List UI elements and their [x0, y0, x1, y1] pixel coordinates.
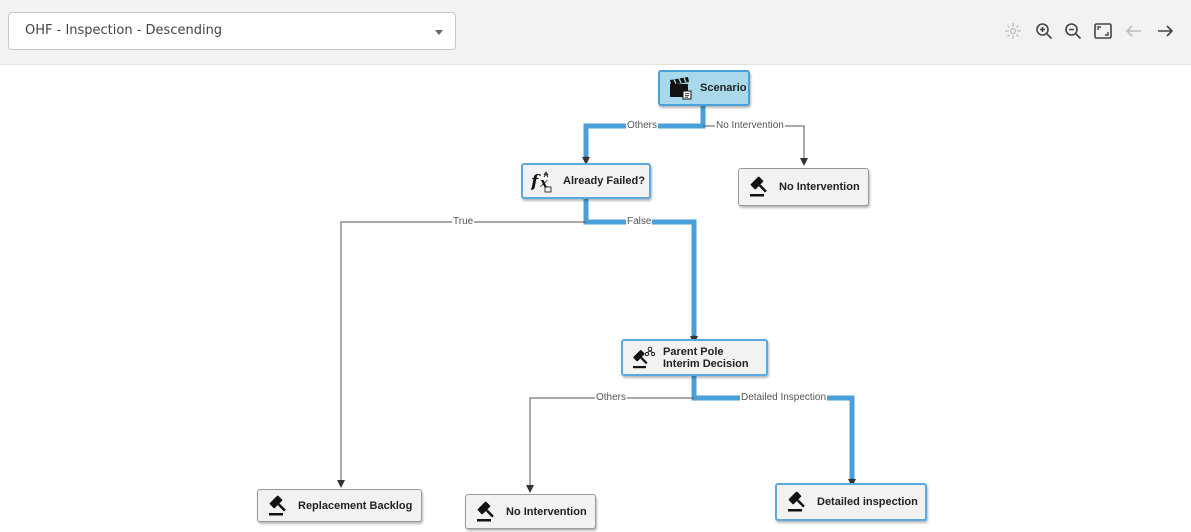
node-scenario[interactable]: Scenario [658, 70, 750, 106]
gavel-icon [266, 494, 290, 518]
node-replacement-backlog-label: Replacement Backlog [298, 499, 413, 512]
scenario-select[interactable]: OHF - Inspection - Descending [8, 12, 456, 50]
node-already-failed[interactable]: f x Already Failed? [521, 163, 651, 199]
zoom-in-icon[interactable] [1034, 21, 1054, 41]
node-scenario-label: Scenario [700, 82, 747, 94]
node-no-intervention-2[interactable]: No Intervention [465, 494, 596, 529]
edge-label-others: Others [626, 120, 659, 132]
edge-label-true: True [452, 216, 475, 228]
edge-failed-true [337, 221, 586, 488]
gavel-hierarchy-icon [631, 346, 655, 370]
node-no-intervention-1-label: No Intervention [779, 181, 860, 193]
edge-label-others-2: Others [595, 392, 628, 404]
gavel-icon [474, 500, 498, 524]
node-already-failed-label: Already Failed? [563, 175, 645, 187]
gavel-icon [785, 490, 809, 514]
svg-text:x: x [539, 176, 548, 191]
toolbar: OHF - Inspection - Descending [0, 0, 1191, 65]
fit-view-icon[interactable] [1093, 21, 1113, 41]
gavel-icon [747, 175, 771, 199]
clapperboard-icon [668, 76, 692, 100]
arrow-left-icon[interactable] [1124, 21, 1144, 41]
node-replacement-backlog[interactable]: Replacement Backlog [257, 489, 422, 522]
node-no-intervention-2-label: No Intervention [506, 505, 587, 518]
flow-edges [337, 106, 856, 493]
center-icon[interactable] [1003, 21, 1023, 41]
node-parent-pole-interim-decision[interactable]: Parent Pole Interim Decision [621, 339, 768, 376]
edge-label-detailed-inspection: Detailed Inspection [740, 392, 828, 404]
node-no-intervention-1[interactable]: No Intervention [738, 168, 869, 206]
edge-label-no-intervention: No Intervention [715, 120, 785, 132]
node-detailed-inspection[interactable]: Detailed inspection [775, 483, 927, 521]
chevron-down-icon [435, 30, 443, 35]
flow-canvas[interactable]: Others No Intervention True False Others… [0, 64, 1191, 532]
scenario-select-value: OHF - Inspection - Descending [25, 23, 223, 38]
edge-parent-others [526, 397, 694, 493]
node-parent-pole-label: Parent Pole Interim Decision [663, 345, 749, 370]
node-detailed-inspection-label: Detailed inspection [817, 496, 918, 508]
edge-label-false: False [626, 216, 653, 228]
function-icon: f x [531, 169, 555, 193]
arrow-right-icon[interactable] [1155, 21, 1175, 41]
edge-scenario-others [583, 106, 706, 160]
zoom-out-icon[interactable] [1063, 21, 1083, 41]
